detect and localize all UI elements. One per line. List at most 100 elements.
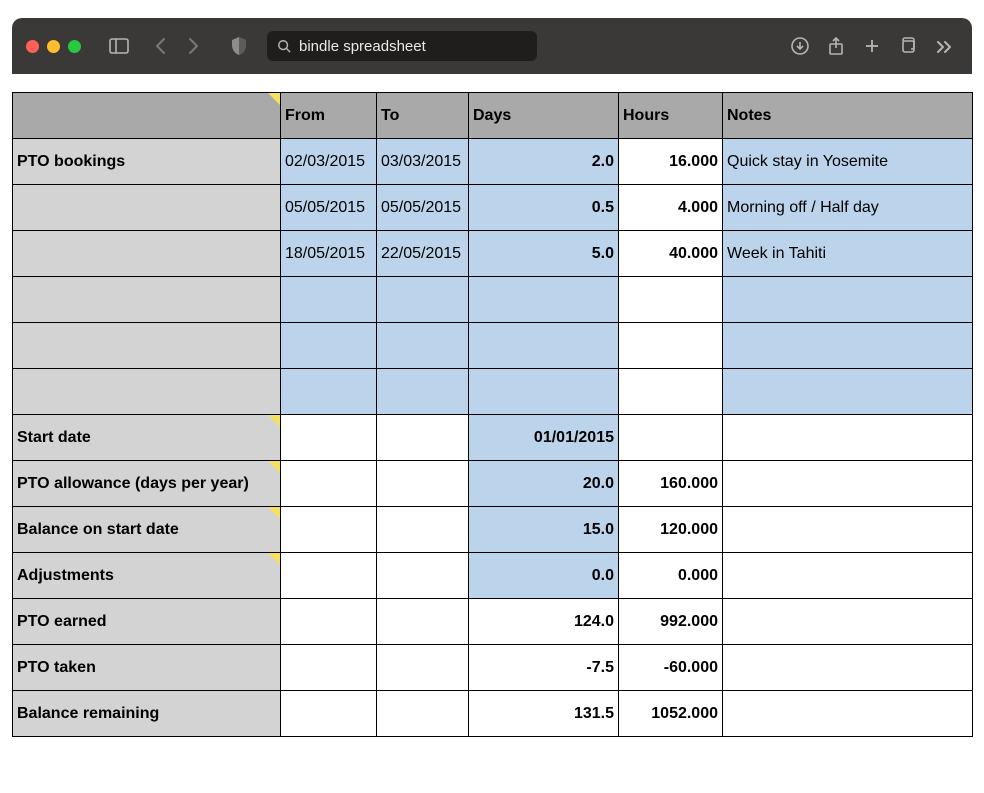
cell-to[interactable] xyxy=(377,277,469,323)
new-tab-icon[interactable] xyxy=(858,32,886,60)
cell-from[interactable]: 18/05/2015 xyxy=(281,231,377,277)
cell-from[interactable]: 05/05/2015 xyxy=(281,185,377,231)
cell-label[interactable] xyxy=(13,369,281,415)
cell-days[interactable]: 124.0 xyxy=(469,599,619,645)
privacy-shield-icon[interactable] xyxy=(225,32,253,60)
sidebar-toggle-icon[interactable] xyxy=(105,32,133,60)
cell-label[interactable]: PTO taken xyxy=(13,645,281,691)
cell-label[interactable] xyxy=(13,277,281,323)
cell-from[interactable] xyxy=(281,369,377,415)
cell-from[interactable] xyxy=(281,599,377,645)
cell-to[interactable] xyxy=(377,507,469,553)
cell-days[interactable]: 5.0 xyxy=(469,231,619,277)
cell-to[interactable] xyxy=(377,553,469,599)
summary-row-adjustments: Adjustments 0.0 0.000 xyxy=(13,553,973,599)
cell-notes[interactable] xyxy=(723,461,973,507)
cell-to[interactable] xyxy=(377,461,469,507)
search-icon xyxy=(277,39,291,53)
maximize-window-button[interactable] xyxy=(68,40,81,53)
cell-days[interactable]: 20.0 xyxy=(469,461,619,507)
cell-to[interactable] xyxy=(377,599,469,645)
minimize-window-button[interactable] xyxy=(47,40,60,53)
cell-from[interactable] xyxy=(281,507,377,553)
cell-from[interactable]: 02/03/2015 xyxy=(281,139,377,185)
cell-notes[interactable] xyxy=(723,415,973,461)
cell-hours[interactable]: 0.000 xyxy=(619,553,723,599)
cell-days[interactable] xyxy=(469,277,619,323)
cell-label[interactable]: Balance remaining xyxy=(13,691,281,737)
cell-hours[interactable] xyxy=(619,277,723,323)
cell-label[interactable] xyxy=(13,185,281,231)
cell-label[interactable]: PTO allowance (days per year) xyxy=(13,461,281,507)
cell-notes[interactable] xyxy=(723,553,973,599)
header-days[interactable]: Days xyxy=(469,93,619,139)
cell-hours[interactable]: 40.000 xyxy=(619,231,723,277)
cell-to[interactable]: 03/03/2015 xyxy=(377,139,469,185)
cell-from[interactable] xyxy=(281,277,377,323)
cell-hours[interactable]: -60.000 xyxy=(619,645,723,691)
address-bar[interactable]: bindle spreadsheet xyxy=(267,31,537,61)
cell-from[interactable] xyxy=(281,415,377,461)
cell-from[interactable] xyxy=(281,461,377,507)
cell-hours[interactable]: 160.000 xyxy=(619,461,723,507)
header-from[interactable]: From xyxy=(281,93,377,139)
back-button[interactable] xyxy=(147,32,175,60)
cell-notes[interactable] xyxy=(723,599,973,645)
cell-days[interactable]: 2.0 xyxy=(469,139,619,185)
cell-days[interactable]: 0.5 xyxy=(469,185,619,231)
cell-days[interactable]: 01/01/2015 xyxy=(469,415,619,461)
overflow-icon[interactable] xyxy=(930,32,958,60)
cell-days[interactable]: 0.0 xyxy=(469,553,619,599)
cell-to[interactable] xyxy=(377,369,469,415)
pto-table: From To Days Hours Notes PTO bookings 02… xyxy=(12,92,973,737)
cell-to[interactable]: 05/05/2015 xyxy=(377,185,469,231)
cell-hours[interactable]: 16.000 xyxy=(619,139,723,185)
cell-from[interactable] xyxy=(281,645,377,691)
cell-notes[interactable]: Quick stay in Yosemite xyxy=(723,139,973,185)
cell-hours[interactable] xyxy=(619,415,723,461)
cell-days[interactable]: -7.5 xyxy=(469,645,619,691)
cell-label[interactable]: Start date xyxy=(13,415,281,461)
cell-hours[interactable]: 120.000 xyxy=(619,507,723,553)
cell-notes[interactable] xyxy=(723,369,973,415)
tabs-overview-icon[interactable] xyxy=(894,32,922,60)
cell-hours[interactable]: 992.000 xyxy=(619,599,723,645)
cell-hours[interactable]: 1052.000 xyxy=(619,691,723,737)
cell-to[interactable] xyxy=(377,691,469,737)
header-hours[interactable]: Hours xyxy=(619,93,723,139)
cell-days[interactable] xyxy=(469,323,619,369)
cell-from[interactable] xyxy=(281,553,377,599)
cell-to[interactable] xyxy=(377,415,469,461)
cell-to[interactable] xyxy=(377,323,469,369)
share-icon[interactable] xyxy=(822,32,850,60)
cell-label[interactable]: Balance on start date xyxy=(13,507,281,553)
cell-notes[interactable] xyxy=(723,507,973,553)
cell-days[interactable] xyxy=(469,369,619,415)
cell-label[interactable] xyxy=(13,323,281,369)
cell-days[interactable]: 15.0 xyxy=(469,507,619,553)
cell-hours[interactable]: 4.000 xyxy=(619,185,723,231)
cell-from[interactable] xyxy=(281,691,377,737)
header-notes[interactable]: Notes xyxy=(723,93,973,139)
cell-notes[interactable]: Week in Tahiti xyxy=(723,231,973,277)
cell-days[interactable]: 131.5 xyxy=(469,691,619,737)
header-label[interactable] xyxy=(13,93,281,139)
cell-label[interactable]: PTO earned xyxy=(13,599,281,645)
header-to[interactable]: To xyxy=(377,93,469,139)
download-icon[interactable] xyxy=(786,32,814,60)
cell-notes[interactable] xyxy=(723,323,973,369)
cell-notes[interactable] xyxy=(723,645,973,691)
cell-hours[interactable] xyxy=(619,323,723,369)
cell-to[interactable]: 22/05/2015 xyxy=(377,231,469,277)
cell-to[interactable] xyxy=(377,645,469,691)
close-window-button[interactable] xyxy=(26,40,39,53)
cell-from[interactable] xyxy=(281,323,377,369)
cell-label[interactable] xyxy=(13,231,281,277)
cell-notes[interactable]: Morning off / Half day xyxy=(723,185,973,231)
cell-notes[interactable] xyxy=(723,691,973,737)
forward-button[interactable] xyxy=(179,32,207,60)
cell-notes[interactable] xyxy=(723,277,973,323)
cell-hours[interactable] xyxy=(619,369,723,415)
bookings-label[interactable]: PTO bookings xyxy=(13,139,281,185)
cell-label[interactable]: Adjustments xyxy=(13,553,281,599)
